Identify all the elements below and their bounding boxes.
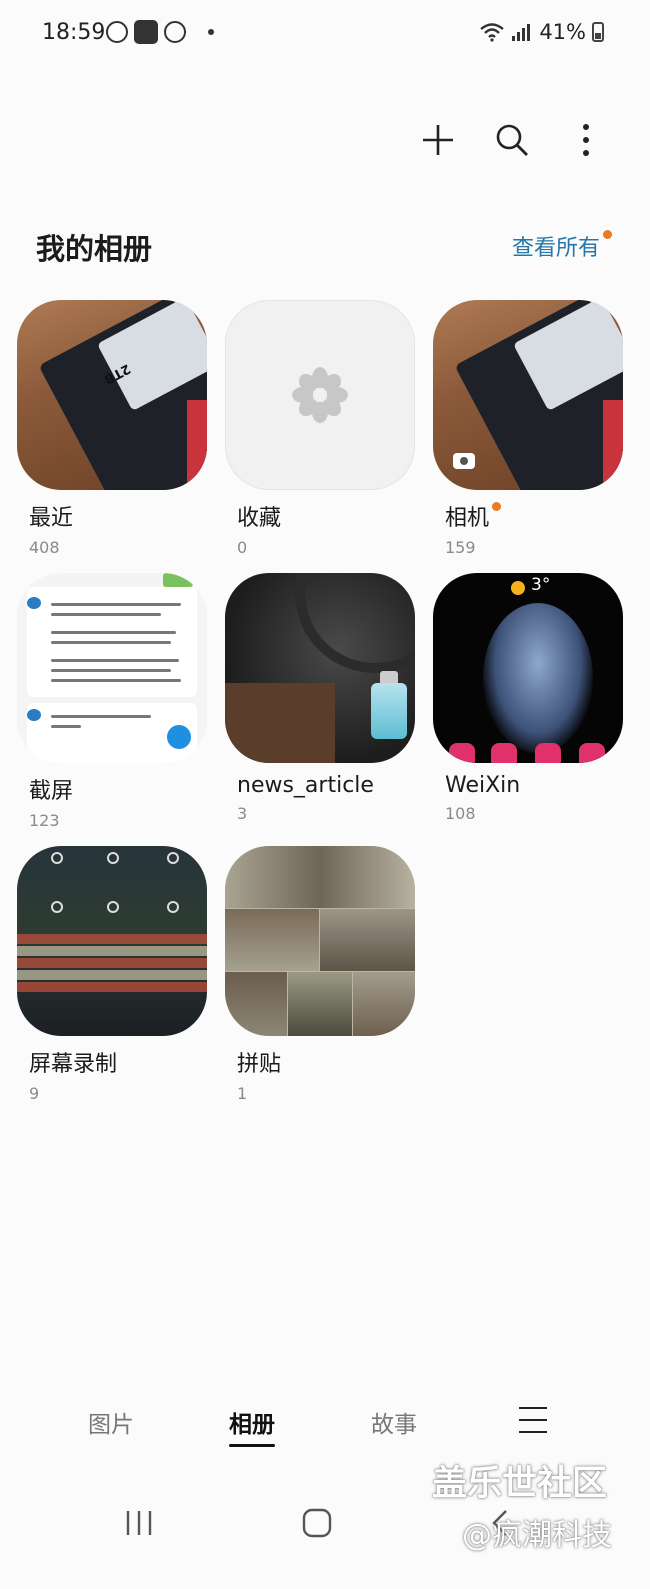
album-camera[interactable]: 相机 159 [433, 300, 623, 573]
album-name: 最近 [29, 506, 74, 531]
album-collage[interactable]: 拼贴 1 [225, 846, 415, 1119]
app-notification-icon [134, 20, 158, 44]
album-name: WeiXin [445, 773, 521, 798]
album-count: 108 [445, 804, 476, 823]
camera-icon [453, 453, 475, 469]
add-icon [423, 125, 453, 155]
album-news-article[interactable]: news_article 3 [225, 573, 415, 846]
menu-button[interactable] [519, 1407, 547, 1433]
album-thumbnail: 3° [433, 573, 623, 763]
album-favorites[interactable]: 收藏 0 [225, 300, 415, 573]
new-indicator-dot [603, 230, 612, 239]
watermark-line2: @疯潮科技 [462, 1518, 612, 1553]
recent-apps-button[interactable] [124, 1508, 154, 1542]
home-button[interactable] [302, 1508, 332, 1542]
album-count: 0 [237, 538, 248, 557]
search-button[interactable] [492, 120, 532, 160]
tab-pictures[interactable]: 图片 [88, 1405, 134, 1439]
album-thumbnail: 2TB [17, 300, 207, 490]
search-icon [496, 124, 528, 156]
album-name: 截屏 [29, 779, 74, 804]
album-name: 拼贴 [237, 1052, 282, 1077]
album-thumbnail [225, 846, 415, 1036]
battery-icon [592, 22, 604, 42]
album-thumbnail [225, 573, 415, 763]
tab-albums[interactable]: 相册 [229, 1405, 275, 1447]
album-count: 408 [29, 538, 60, 557]
more-options-button[interactable] [566, 120, 606, 160]
wifi-icon [480, 23, 505, 42]
top-toolbar [418, 120, 606, 160]
status-right: 41% [479, 20, 604, 44]
recent-apps-icon [126, 1511, 152, 1535]
album-name-text: 相机 [445, 506, 490, 531]
albums-grid: 2TB 最近 408 收藏 0 相机 159 截屏 123 news_artic… [17, 300, 627, 1119]
more-notifications-dot [208, 29, 214, 35]
more-options-icon [583, 124, 589, 156]
bottom-tab-bar: 图片 相册 故事 [0, 1405, 650, 1455]
home-icon [302, 1508, 332, 1538]
menu-icon [519, 1407, 547, 1409]
view-all-link[interactable]: 查看所有 [511, 230, 612, 262]
view-all-label: 查看所有 [511, 236, 600, 261]
album-thumbnail [17, 573, 207, 763]
flower-icon [292, 367, 348, 423]
album-thumbnail [433, 300, 623, 490]
album-thumbnail [225, 300, 415, 490]
album-count: 1 [237, 1084, 248, 1103]
album-weixin[interactable]: 3° WeiXin 108 [433, 573, 623, 846]
active-tab-indicator [229, 1444, 275, 1447]
tab-albums-label: 相册 [229, 1412, 275, 1438]
weather-temperature: 3° [531, 575, 551, 595]
album-name: news_article [237, 773, 374, 798]
add-album-button[interactable] [418, 120, 458, 160]
album-screenshots[interactable]: 截屏 123 [17, 573, 207, 846]
album-screen-recordings[interactable]: 屏幕录制 9 [17, 846, 207, 1119]
tab-stories[interactable]: 故事 [371, 1405, 417, 1439]
album-name: 相机 [445, 500, 502, 532]
album-count: 159 [445, 538, 476, 557]
my-albums-title: 我的相册 [36, 232, 153, 266]
album-thumbnail [17, 846, 207, 1036]
album-count: 9 [29, 1084, 40, 1103]
weibo-icon [106, 21, 128, 43]
album-name: 收藏 [237, 506, 282, 531]
signal-icon [512, 24, 531, 41]
new-indicator-dot [492, 502, 502, 511]
album-count: 3 [237, 804, 248, 823]
battery-percent: 41% [539, 20, 586, 44]
status-time: 18:59 [42, 20, 106, 45]
album-count: 123 [29, 811, 60, 830]
heart-app-icon [164, 21, 186, 43]
notification-icons [106, 20, 214, 44]
status-bar: 18:59 41% [0, 0, 650, 70]
album-recent[interactable]: 2TB 最近 408 [17, 300, 207, 573]
watermark-line1: 盖乐世社区 [432, 1464, 608, 1504]
album-name: 屏幕录制 [29, 1052, 118, 1077]
